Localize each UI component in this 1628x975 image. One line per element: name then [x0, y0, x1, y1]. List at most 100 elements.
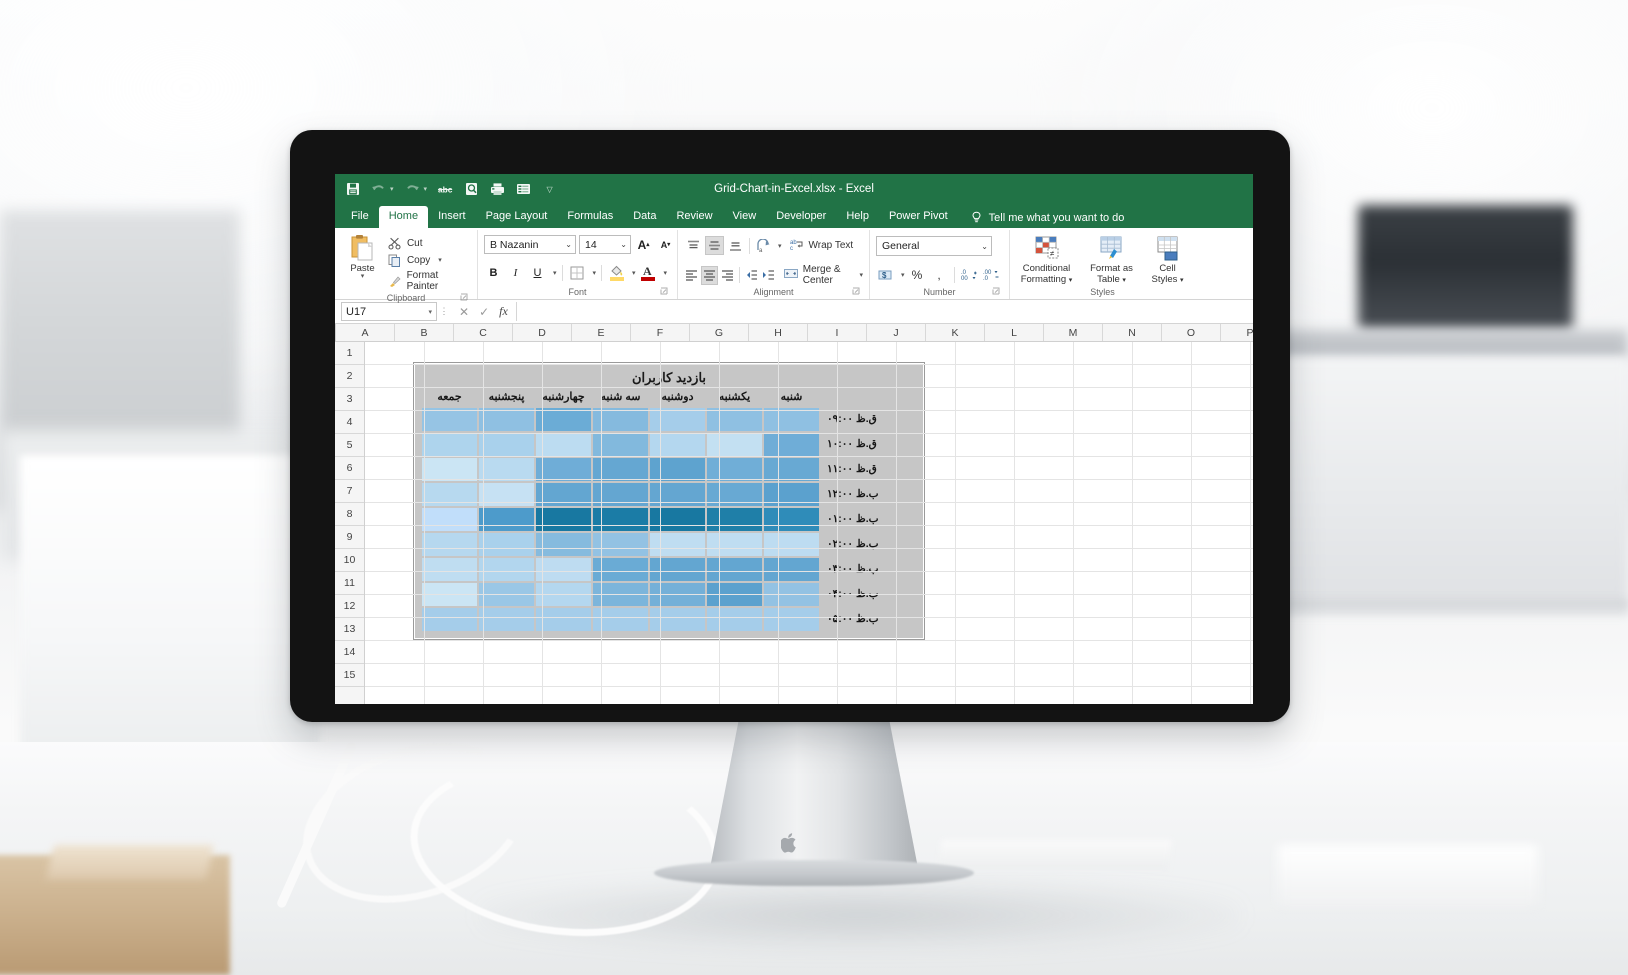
cell-styles-button[interactable]: Cell Styles ▾	[1148, 236, 1188, 286]
column-header-m[interactable]: M	[1044, 324, 1103, 341]
row-header-10[interactable]: 10	[335, 549, 364, 572]
align-middle-icon[interactable]	[705, 236, 724, 255]
merge-center-button[interactable]: Merge & Center ▾	[783, 264, 863, 286]
font-size-combo[interactable]: 14 ⌄	[579, 235, 631, 254]
underline-button[interactable]: U	[528, 263, 547, 282]
decrease-decimal-icon[interactable]: .00.0	[982, 265, 1001, 284]
column-header-o[interactable]: O	[1162, 324, 1221, 341]
italic-button[interactable]: I	[506, 263, 525, 282]
column-header-l[interactable]: L	[985, 324, 1044, 341]
percent-style-icon[interactable]: %	[908, 265, 927, 284]
row-header-11[interactable]: 11	[335, 572, 364, 595]
cut-button[interactable]: Cut	[388, 236, 471, 250]
redo-icon[interactable]	[405, 182, 420, 197]
column-header-p[interactable]: P	[1221, 324, 1253, 341]
insert-function-icon[interactable]: fx	[499, 304, 508, 319]
tab-file[interactable]: File	[341, 206, 379, 228]
customize-qat-icon[interactable]: ▽	[542, 182, 557, 197]
tab-insert[interactable]: Insert	[428, 206, 476, 228]
align-top-icon[interactable]	[684, 236, 703, 255]
formula-bar-drag-handle[interactable]: ⋮	[437, 306, 451, 317]
column-header-j[interactable]: J	[867, 324, 926, 341]
paste-dropdown-caret[interactable]: ▾	[361, 273, 365, 280]
comma-style-icon[interactable]: ,	[930, 265, 949, 284]
row-header-3[interactable]: 3	[335, 388, 364, 411]
borders-icon[interactable]	[568, 263, 587, 282]
row-header-4[interactable]: 4	[335, 411, 364, 434]
undo-icon[interactable]	[371, 182, 386, 197]
underline-dropdown-caret[interactable]: ▾	[553, 269, 557, 277]
conditional-formatting-button[interactable]: ≠ Conditional Formatting ▾	[1018, 236, 1076, 286]
select-all-corner[interactable]	[335, 324, 336, 341]
clipboard-dialog-launcher[interactable]	[460, 293, 469, 302]
row-header-15[interactable]: 15	[335, 664, 364, 687]
save-icon[interactable]	[345, 182, 360, 197]
number-format-combo[interactable]: General ⌄	[876, 236, 992, 256]
shrink-font-icon[interactable]: A ▾	[656, 235, 675, 254]
tab-data[interactable]: Data	[623, 206, 666, 228]
enter-formula-icon[interactable]: ✓	[479, 305, 489, 319]
tab-help[interactable]: Help	[836, 206, 879, 228]
spelling-icon[interactable]: abc	[438, 182, 453, 197]
wrap-text-button[interactable]: ab c Wrap Text	[790, 238, 854, 254]
decrease-indent-icon[interactable]	[744, 266, 759, 285]
tab-view[interactable]: View	[723, 206, 767, 228]
fill-color-icon[interactable]	[607, 263, 626, 282]
row-header-5[interactable]: 5	[335, 434, 364, 457]
align-left-icon[interactable]	[684, 266, 699, 285]
grow-font-icon[interactable]: A ▴	[634, 235, 653, 254]
form-icon[interactable]	[516, 182, 531, 197]
align-right-icon[interactable]	[720, 266, 735, 285]
tab-developer[interactable]: Developer	[766, 206, 836, 228]
row-header-12[interactable]: 12	[335, 595, 364, 618]
column-header-e[interactable]: E	[572, 324, 631, 341]
increase-decimal-icon[interactable]: .0 00	[960, 265, 979, 284]
cancel-formula-icon[interactable]: ✕	[459, 305, 469, 319]
column-header-n[interactable]: N	[1103, 324, 1162, 341]
column-header-g[interactable]: G	[690, 324, 749, 341]
align-bottom-icon[interactable]	[726, 236, 745, 255]
merge-dropdown-caret[interactable]: ▾	[859, 271, 863, 279]
row-header-9[interactable]: 9	[335, 526, 364, 549]
fill-color-dropdown-caret[interactable]: ▾	[632, 269, 636, 277]
align-center-icon[interactable]	[701, 265, 718, 285]
row-header-2[interactable]: 2	[335, 365, 364, 388]
alignment-dialog-launcher[interactable]	[852, 287, 861, 296]
column-header-f[interactable]: F	[631, 324, 690, 341]
column-header-c[interactable]: C	[454, 324, 513, 341]
column-header-h[interactable]: H	[749, 324, 808, 341]
row-header-7[interactable]: 7	[335, 480, 364, 503]
bold-button[interactable]: B	[484, 263, 503, 282]
copy-dropdown-caret[interactable]: ▾	[438, 256, 442, 264]
formula-input[interactable]	[515, 302, 1251, 321]
tab-power-pivot[interactable]: Power Pivot	[879, 206, 958, 228]
paste-button[interactable]: Paste ▾	[341, 232, 384, 280]
column-header-a[interactable]: A	[336, 324, 395, 341]
tab-review[interactable]: Review	[666, 206, 722, 228]
copy-button[interactable]: Copy ▾	[388, 253, 471, 267]
number-dialog-launcher[interactable]	[992, 287, 1001, 296]
tell-me-box[interactable]: Tell me what you want to do	[970, 211, 1124, 228]
accounting-dropdown-caret[interactable]: ▾	[901, 271, 905, 279]
grid-cells-area[interactable]: بازدید کاربران شنبه یکشنبه دوشنبه سه شنبه چه…	[365, 342, 1253, 704]
tab-home[interactable]: Home	[378, 206, 429, 228]
row-header-6[interactable]: 6	[335, 457, 364, 480]
borders-dropdown-caret[interactable]: ▾	[593, 269, 597, 277]
row-header-8[interactable]: 8	[335, 503, 364, 526]
print-preview-icon[interactable]	[464, 182, 479, 197]
row-header-14[interactable]: 14	[335, 641, 364, 664]
font-color-icon[interactable]: A	[639, 263, 658, 282]
increase-indent-icon[interactable]	[761, 266, 776, 285]
print-icon[interactable]	[490, 182, 505, 197]
font-dialog-launcher[interactable]	[660, 287, 669, 296]
accounting-format-icon[interactable]: $	[876, 265, 895, 284]
column-header-i[interactable]: I	[808, 324, 867, 341]
column-header-b[interactable]: B	[395, 324, 454, 341]
font-name-combo[interactable]: B Nazanin ⌄	[484, 235, 576, 254]
orientation-dropdown-caret[interactable]: ▾	[778, 242, 782, 250]
format-as-table-button[interactable]: Format as Table ▾	[1083, 236, 1141, 286]
format-painter-button[interactable]: Format Painter	[388, 270, 471, 292]
row-header-13[interactable]: 13	[335, 618, 364, 641]
column-header-d[interactable]: D	[513, 324, 572, 341]
row-header-1[interactable]: 1	[335, 342, 364, 365]
